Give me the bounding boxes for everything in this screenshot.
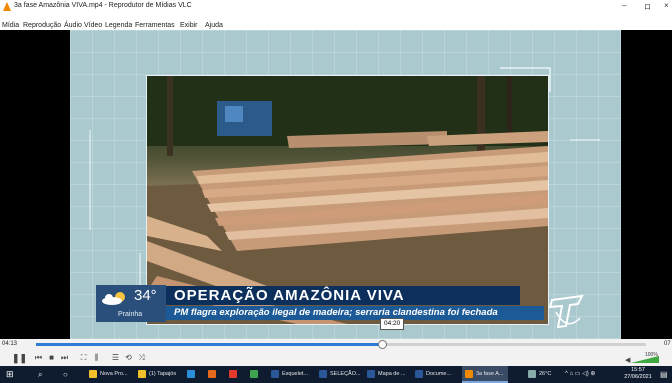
app-icon (187, 369, 195, 378)
menu-audio[interactable]: Áudio (64, 22, 82, 29)
app-icon (138, 369, 146, 378)
windows-start-icon[interactable]: ⊞ (6, 366, 14, 383)
playlist-icon[interactable]: ☰ (110, 353, 121, 363)
taskbar-app-button[interactable]: (1) Tapajós (135, 366, 181, 383)
app-icon (367, 369, 375, 378)
menu-exibir[interactable]: Exibir (180, 22, 198, 29)
menu-ajuda[interactable]: Ajuda (205, 22, 223, 29)
app-icon (89, 369, 97, 378)
volume-control[interactable]: ◀ 100% (625, 352, 667, 364)
taskbar-clock[interactable]: 15:57 27/06/2021 (622, 367, 654, 381)
title-bar: 3a fase Amazônia VIVA.mp4 - Reprodutor d… (0, 0, 672, 14)
elapsed-time: 04:13 (2, 341, 18, 347)
loop-icon[interactable]: ⟲ (123, 353, 134, 363)
seek-handle[interactable] (378, 340, 388, 349)
taskbar-app-button[interactable]: Nova Pro... (86, 366, 132, 383)
headline-banner: OPERAÇÃO AMAZÔNIA VIVA (166, 286, 520, 305)
app-label: 3a fase A... (476, 371, 504, 377)
menu-ferramentas[interactable]: Ferramentas (135, 22, 175, 29)
menu-bar: Mídia Reprodução Áudio Vídeo Legenda Fer… (0, 14, 672, 30)
city-name: Prainha (118, 311, 143, 318)
clock-date: 27/06/2021 (624, 374, 652, 380)
taskbar-app-button[interactable] (205, 366, 223, 383)
taskbar-app-button[interactable] (226, 366, 244, 383)
temperature: 34° (134, 287, 157, 304)
headline-text: OPERAÇÃO AMAZÔNIA VIVA (174, 287, 405, 304)
taskbar-app-button[interactable] (247, 366, 265, 383)
taskbar-app-button[interactable]: 3a fase A... (462, 366, 508, 383)
menu-video[interactable]: Vídeo (84, 22, 102, 29)
app-label: Mapa de ... (378, 371, 406, 377)
shuffle-icon[interactable]: ⤨ (136, 353, 147, 363)
seek-time-tooltip: 04:20 (380, 318, 405, 330)
menu-reproducao[interactable]: Reprodução (23, 22, 61, 29)
app-label: Esquelet... (282, 371, 308, 377)
pause-icon[interactable]: ❚❚ (12, 353, 27, 363)
taskbar-app-button[interactable]: SELEÇÃO... (316, 366, 362, 383)
partly-cloudy-icon (102, 292, 125, 305)
app-label: SELEÇÃO... (330, 371, 361, 377)
windows-taskbar: ⊞ ⌕ ○ Nova Pro... (1) Tapajós Esquelet... S… (0, 366, 672, 383)
tv-tapajos-logo (548, 294, 584, 329)
weather-icon (528, 369, 536, 378)
search-icon[interactable]: ⌕ (38, 366, 42, 383)
app-icon (465, 369, 473, 378)
close-button[interactable]: × (664, 1, 669, 10)
app-icon (415, 369, 423, 378)
taskbar-weather[interactable]: 26°C (528, 366, 551, 383)
app-label: (1) Tapajós (149, 371, 177, 377)
taskbar-app-button[interactable]: Docume... (412, 366, 458, 383)
subheadline-text: PM flagra exploração ilegal de madeira; … (174, 307, 498, 318)
stop-icon[interactable]: ■ (46, 353, 57, 363)
window-title: 3a fase Amazônia VIVA.mp4 - Reprodutor d… (14, 2, 192, 9)
fullscreen-icon[interactable]: ⛶ (78, 353, 89, 363)
seek-bar[interactable] (36, 340, 646, 349)
menu-midia[interactable]: Mídia (2, 22, 19, 29)
seek-progress (36, 343, 383, 346)
taskbar-app-button[interactable] (184, 366, 202, 383)
taskbar-app-button[interactable]: Mapa de ... (364, 366, 410, 383)
menu-legenda[interactable]: Legenda (105, 22, 132, 29)
minimize-button[interactable]: – (622, 1, 626, 10)
app-icon (271, 369, 279, 378)
extended-settings-icon[interactable]: ⫼ (91, 353, 102, 363)
app-icon (250, 369, 258, 378)
app-label: Docume... (426, 371, 452, 377)
speaker-icon[interactable]: ◀ (625, 356, 630, 364)
weather-temp: 26°C (539, 371, 552, 377)
task-view-icon[interactable]: ○ (63, 366, 68, 383)
notification-icon[interactable]: ▤ (660, 366, 668, 383)
app-icon (229, 369, 237, 378)
video-area[interactable]: 34° Prainha OPERAÇÃO AMAZÔNIA VIVA PM fl… (0, 30, 672, 339)
maximize-button[interactable]: ロ (644, 2, 651, 12)
playback-controls: ❚❚ ⏮ ■ ⏭ ⛶ ⫼ ☰ ⟲ ⤨ ◀ 100% (0, 350, 672, 366)
clock-time: 15:57 (631, 367, 645, 373)
app-icon (319, 369, 327, 378)
seek-row: 04:13 07 (0, 339, 672, 350)
app-label: Nova Pro... (100, 371, 128, 377)
vlc-cone-icon (3, 2, 11, 11)
previous-icon[interactable]: ⏮ (33, 353, 44, 363)
total-time: 07 (664, 341, 671, 347)
weather-widget: 34° Prainha (96, 285, 166, 322)
volume-percent: 100% (645, 352, 658, 358)
app-icon (208, 369, 216, 378)
taskbar-app-button[interactable]: Esquelet... (268, 366, 314, 383)
system-tray-icons[interactable]: ^ ⌂ ▭ ◁) ⊕ (565, 366, 595, 383)
subheadline-banner: PM flagra exploração ilegal de madeira; … (166, 306, 544, 320)
next-icon[interactable]: ⏭ (59, 353, 70, 363)
